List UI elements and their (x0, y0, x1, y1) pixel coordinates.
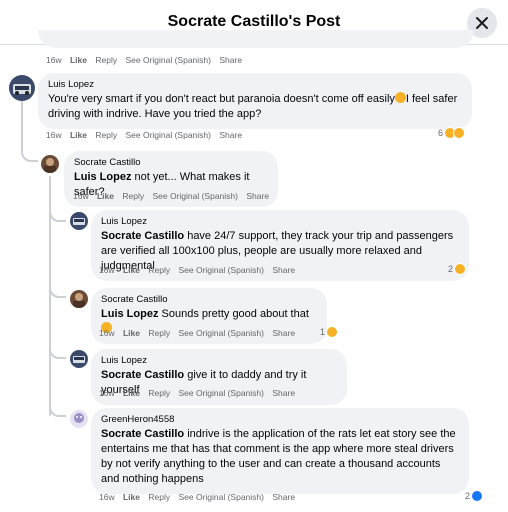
avatar[interactable] (70, 350, 88, 368)
reaction-count: 2 (465, 491, 471, 501)
like-link[interactable]: Like (70, 130, 87, 140)
comment-text: Socrate Castillo indrive is the applicat… (101, 428, 456, 485)
comment-time[interactable]: 16w (99, 388, 115, 398)
reaction-count: 2 (448, 264, 454, 274)
reaction-count: 1 (320, 327, 326, 337)
reaction-summary[interactable]: 6 (438, 127, 466, 139)
comment-author[interactable]: Luis Lopez (101, 355, 337, 367)
comment-time[interactable]: 16w (46, 55, 62, 65)
like-link[interactable]: Like (123, 492, 140, 502)
previous-comment-bubble (38, 30, 474, 48)
see-original-link[interactable]: See Original (Spanish) (125, 55, 211, 65)
mention-link[interactable]: Luis Lopez (101, 308, 158, 320)
grinning-emoji-icon (394, 92, 406, 103)
comment-time[interactable]: 16w (73, 191, 89, 201)
thread-connector (49, 286, 66, 298)
avatar[interactable] (70, 410, 88, 428)
reply-link[interactable]: Reply (148, 265, 170, 275)
share-link[interactable]: Share (272, 492, 295, 502)
mention-link[interactable]: Socrate Castillo (101, 369, 184, 381)
like-link[interactable]: Like (97, 191, 114, 201)
see-original-link[interactable]: See Original (Spanish) (152, 191, 238, 201)
comment-actions: 16w Like Reply See Original (Spanish) Sh… (46, 130, 248, 140)
dialog-title: Socrate Castillo's Post (167, 13, 341, 30)
comment-actions: 16w Like Reply See Original (Spanish) Sh… (99, 265, 301, 275)
previous-comment-actions: 16w Like Reply See Original (Spanish) Sh… (46, 55, 248, 65)
share-link[interactable]: Share (219, 130, 242, 140)
thread-connector (49, 208, 66, 222)
comment-author[interactable]: Socrate Castillo (74, 157, 268, 169)
comment-time[interactable]: 16w (99, 328, 115, 338)
like-link[interactable]: Like (123, 388, 140, 398)
mention-link[interactable]: Socrate Castillo (101, 230, 184, 242)
share-link[interactable]: Share (272, 388, 295, 398)
haha-reaction-icon (454, 263, 467, 275)
comment-author[interactable]: Luis Lopez (101, 216, 459, 228)
comment-author[interactable]: Socrate Castillo (101, 294, 317, 306)
avatar[interactable] (70, 290, 88, 308)
like-link[interactable]: Like (123, 328, 140, 338)
avatar[interactable] (70, 212, 88, 230)
thread-connector (49, 345, 66, 359)
haha-reaction-icon (453, 127, 466, 139)
reply-link[interactable]: Reply (95, 130, 117, 140)
comment-actions: 16w Like Reply See Original (Spanish) Sh… (99, 492, 301, 502)
thread-connector (49, 405, 66, 417)
reaction-summary[interactable]: 2 (448, 263, 467, 275)
share-link[interactable]: Share (219, 55, 242, 65)
comment-bubble: GreenHeron4558 Socrate Castillo indrive … (91, 408, 469, 494)
reaction-summary[interactable]: 2 (465, 490, 484, 502)
reply-link[interactable]: Reply (95, 55, 117, 65)
see-original-link[interactable]: See Original (Spanish) (125, 130, 211, 140)
comment-actions: 16w Like Reply See Original (Spanish) Sh… (99, 388, 301, 398)
close-icon (476, 17, 488, 29)
like-link[interactable]: Like (123, 265, 140, 275)
comment-actions: 16w Like Reply See Original (Spanish) Sh… (99, 328, 301, 338)
share-link[interactable]: Share (272, 265, 295, 275)
comment-time[interactable]: 16w (99, 265, 115, 275)
reply-link[interactable]: Reply (148, 328, 170, 338)
see-original-link[interactable]: See Original (Spanish) (178, 388, 264, 398)
share-link[interactable]: Share (246, 191, 269, 201)
avatar[interactable] (9, 75, 35, 101)
comment-time[interactable]: 16w (99, 492, 115, 502)
reply-link[interactable]: Reply (122, 191, 144, 201)
reaction-summary[interactable]: 1 (320, 326, 339, 338)
comment-author[interactable]: GreenHeron4558 (101, 414, 459, 426)
like-reaction-icon (471, 490, 484, 502)
comment-actions: 16w Like Reply See Original (Spanish) Sh… (73, 191, 275, 201)
see-original-link[interactable]: See Original (Spanish) (178, 492, 264, 502)
reply-link[interactable]: Reply (148, 388, 170, 398)
comment-text: You're very smart if you don't react but… (48, 92, 458, 120)
comment-bubble: Luis Lopez You're very smart if you don'… (38, 73, 472, 129)
thread-connector (21, 140, 38, 162)
mention-link[interactable]: Luis Lopez (74, 171, 131, 183)
see-original-link[interactable]: See Original (Spanish) (178, 328, 264, 338)
reaction-count: 6 (438, 128, 444, 138)
comment-time[interactable]: 16w (46, 130, 62, 140)
like-link[interactable]: Like (70, 55, 87, 65)
mention-link[interactable]: Socrate Castillo (101, 428, 184, 440)
share-link[interactable]: Share (272, 328, 295, 338)
reply-link[interactable]: Reply (148, 492, 170, 502)
haha-reaction-icon (326, 326, 339, 338)
avatar[interactable] (41, 155, 59, 173)
see-original-link[interactable]: See Original (Spanish) (178, 265, 264, 275)
comment-author[interactable]: Luis Lopez (48, 79, 462, 91)
